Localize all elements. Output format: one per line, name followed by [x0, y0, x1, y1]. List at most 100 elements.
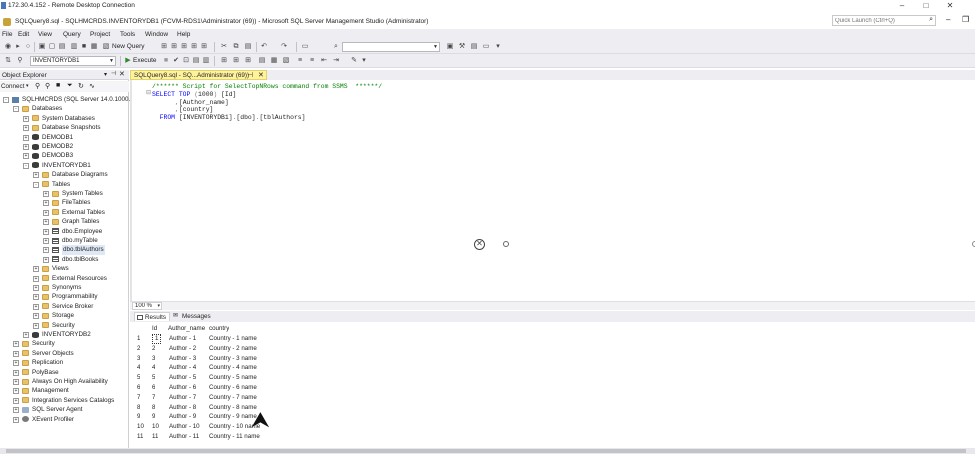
grid-cell[interactable]: 10 — [152, 422, 159, 432]
expand-icon[interactable]: + — [33, 303, 39, 310]
row-number[interactable]: 5 — [137, 373, 140, 383]
window-minimize-icon[interactable]: – — [946, 15, 950, 24]
grid-cell[interactable]: Country - 4 name — [209, 363, 257, 373]
row-number[interactable]: 1 — [137, 334, 140, 344]
grid-cell[interactable]: 7 — [152, 393, 155, 403]
tab-sqlquery8[interactable]: SQLQuery8.sql - SQ...Administrator (69))… — [130, 70, 267, 80]
grid-cell[interactable]: 9 — [152, 412, 155, 422]
menu-edit[interactable]: Edit — [18, 31, 29, 38]
row-number[interactable]: 4 — [137, 363, 140, 373]
row-number[interactable]: 8 — [137, 403, 140, 413]
collapse-icon[interactable]: - — [3, 97, 9, 103]
expand-icon[interactable]: + — [23, 125, 29, 132]
grid-cell[interactable]: Author - 5 — [169, 373, 196, 383]
tree-node[interactable]: - INVENTORYDB1 — [0, 161, 129, 170]
expand-icon[interactable]: + — [13, 388, 19, 395]
grid-cell[interactable]: 3 — [152, 354, 155, 364]
find-combo[interactable]: ▼ — [342, 42, 440, 52]
grid-cell[interactable]: 1 — [152, 334, 162, 344]
expand-icon[interactable]: + — [43, 256, 49, 263]
row-number[interactable]: 11 — [137, 432, 143, 442]
grid-cell[interactable]: Country - 5 name — [209, 373, 257, 383]
tree-node[interactable]: + XEvent Profiler — [0, 415, 129, 424]
grid-cell[interactable]: 5 — [152, 373, 155, 383]
sql-editor[interactable]: ⊟ /****** Script for SelectTopNRows comm… — [130, 80, 975, 301]
column-header-id[interactable]: Id — [152, 324, 157, 334]
tree-node[interactable]: + dbo.Employee — [0, 227, 129, 236]
layout-icon[interactable]: ▭ — [482, 43, 490, 51]
back-icon[interactable]: ◉ — [4, 43, 12, 51]
zoom-select[interactable]: 100 % ▾ — [132, 302, 162, 310]
grid-cell[interactable]: Country - 6 name — [209, 383, 257, 393]
redo-icon[interactable]: ↷ — [280, 43, 288, 51]
row-number[interactable]: 3 — [137, 354, 140, 364]
grid-cell[interactable]: Author - 7 — [169, 393, 196, 403]
expand-icon[interactable]: + — [33, 294, 39, 301]
tree-node[interactable]: + Security — [0, 321, 129, 330]
expand-icon[interactable]: + — [23, 332, 29, 338]
expand-icon[interactable]: + — [43, 209, 49, 216]
refresh-icon[interactable]: ↻ — [78, 82, 84, 90]
menu-tools[interactable]: Tools — [120, 31, 135, 38]
stop-icon[interactable]: ■ — [162, 57, 170, 65]
tree-node[interactable]: + SQL Server Agent — [0, 405, 129, 414]
column-header-country[interactable]: country — [209, 324, 229, 334]
tree-node[interactable]: + Security — [0, 339, 129, 348]
quick-launch-input[interactable] — [835, 16, 923, 25]
menu-view[interactable]: View — [38, 31, 52, 38]
window-restore-icon[interactable]: ❐ — [962, 15, 969, 24]
tree-node[interactable]: + dbo.tblAuthors — [0, 245, 129, 255]
filter-icon[interactable]: ⏷ — [67, 82, 73, 90]
collapse-icon[interactable]: - — [33, 181, 39, 188]
client-stats-icon[interactable]: ⊞ — [244, 57, 252, 65]
menu-query[interactable]: Query — [63, 31, 81, 38]
expand-icon[interactable]: + — [23, 144, 29, 150]
connect-plug-icon[interactable]: ⚲ — [35, 82, 40, 90]
query-xmla-icon[interactable]: ⊞ — [200, 43, 208, 51]
grid-cell[interactable]: 6 — [152, 383, 155, 393]
query-analysis-icon[interactable]: ⊞ — [170, 43, 178, 51]
horizontal-scrollbar[interactable] — [0, 448, 975, 454]
grid-cell[interactable]: Author - 3 — [169, 354, 196, 364]
connect-button[interactable]: Connect — [1, 83, 24, 90]
grid-cell[interactable]: Author - 1 — [169, 334, 196, 344]
row-number[interactable]: 10 — [137, 422, 144, 432]
new-query-button[interactable]: New Query — [112, 43, 145, 50]
grid-cell[interactable]: Author - 2 — [169, 344, 196, 354]
expand-icon[interactable]: + — [43, 238, 49, 244]
results-file-icon[interactable]: ▧ — [282, 57, 290, 65]
close-icon[interactable]: ✕ — [119, 70, 125, 78]
results-grid-icon[interactable]: ▦ — [270, 57, 278, 65]
tab-messages[interactable]: ✉ Messages — [172, 312, 214, 321]
row-number[interactable]: 2 — [137, 344, 140, 354]
grid-cell[interactable]: Author - 9 — [169, 412, 196, 422]
copy-icon[interactable]: ⧉ — [232, 43, 240, 51]
new-query-icon[interactable]: ▧ — [102, 43, 110, 51]
results-text-icon[interactable]: ▤ — [258, 57, 266, 65]
tree-node[interactable]: + INVENTORYDB2 — [0, 330, 129, 339]
open-folder-icon[interactable]: ▥ — [70, 43, 78, 51]
live-stats-icon[interactable]: ⊞ — [232, 57, 240, 65]
expand-icon[interactable]: + — [23, 153, 29, 160]
tree-node[interactable]: + Programmability — [0, 292, 129, 301]
forward-icon[interactable]: ▸ — [14, 43, 22, 51]
grid-cell[interactable]: Country - 11 name — [209, 432, 260, 442]
tree-node[interactable]: + dbo.myTable — [0, 236, 129, 245]
expand-icon[interactable]: + — [13, 341, 19, 348]
tree-node[interactable]: + External Resources — [0, 274, 129, 283]
chevron-down-icon[interactable]: ▾ — [26, 83, 29, 89]
grid-cell[interactable]: Country - 8 name — [209, 403, 257, 413]
close-icon[interactable]: ✕ — [943, 0, 957, 12]
undo-icon[interactable]: ↶ — [260, 43, 268, 51]
query-mdx-icon[interactable]: ⊞ — [180, 43, 188, 51]
expand-icon[interactable]: + — [33, 275, 39, 282]
chevron-down-icon[interactable]: ▾ — [104, 71, 107, 78]
expand-icon[interactable]: + — [23, 134, 29, 141]
solution-config-icon[interactable]: ▭ — [301, 43, 309, 51]
parse-icon[interactable]: ✔ — [172, 57, 180, 65]
expand-icon[interactable]: + — [43, 247, 49, 254]
display-plan-icon[interactable]: ⊡ — [182, 57, 190, 65]
cut-icon[interactable]: ✂ — [220, 43, 228, 51]
open-file-icon[interactable]: ▤ — [58, 43, 66, 51]
tree-node[interactable]: + FileTables — [0, 198, 129, 207]
